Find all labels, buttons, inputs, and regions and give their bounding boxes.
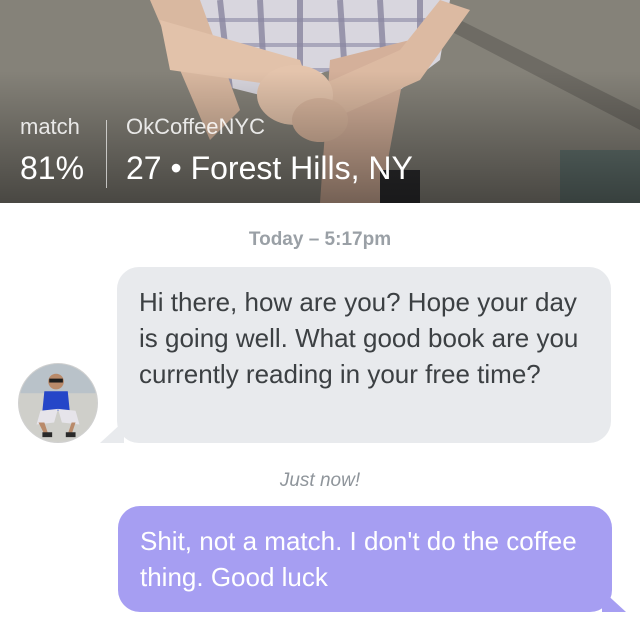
avatar[interactable]: [18, 363, 98, 443]
outgoing-message-bubble[interactable]: Shit, not a match. I don't do the coffee…: [118, 506, 612, 612]
age-location: 27 • Forest Hills, NY: [126, 150, 413, 186]
message-timestamp-recent: Just now!: [279, 470, 361, 491]
incoming-message-text: Hi there, how are you? Hope your day is …: [139, 287, 579, 389]
user-stat[interactable]: OkCoffeeNYC 27 • Forest Hills, NY: [126, 112, 413, 190]
profile-header[interactable]: match 81% OkCoffeeNYC 27 • Forest Hills,…: [0, 0, 640, 203]
incoming-message-bubble[interactable]: Hi there, how are you? Hope your day is …: [117, 267, 611, 443]
match-percentage: 81%: [20, 150, 85, 186]
match-stat: match 81%: [20, 112, 84, 190]
username[interactable]: OkCoffeeNYC: [126, 112, 413, 142]
message-timestamp: Today – 5:17pm: [248, 229, 392, 250]
outgoing-message-text: Shit, not a match. I don't do the coffee…: [140, 526, 577, 592]
profile-stats: match 81% OkCoffeeNYC 27 • Forest Hills,…: [0, 112, 640, 192]
avatar-photo: [19, 364, 97, 442]
stat-divider: [106, 120, 107, 188]
match-label: match: [20, 114, 80, 139]
